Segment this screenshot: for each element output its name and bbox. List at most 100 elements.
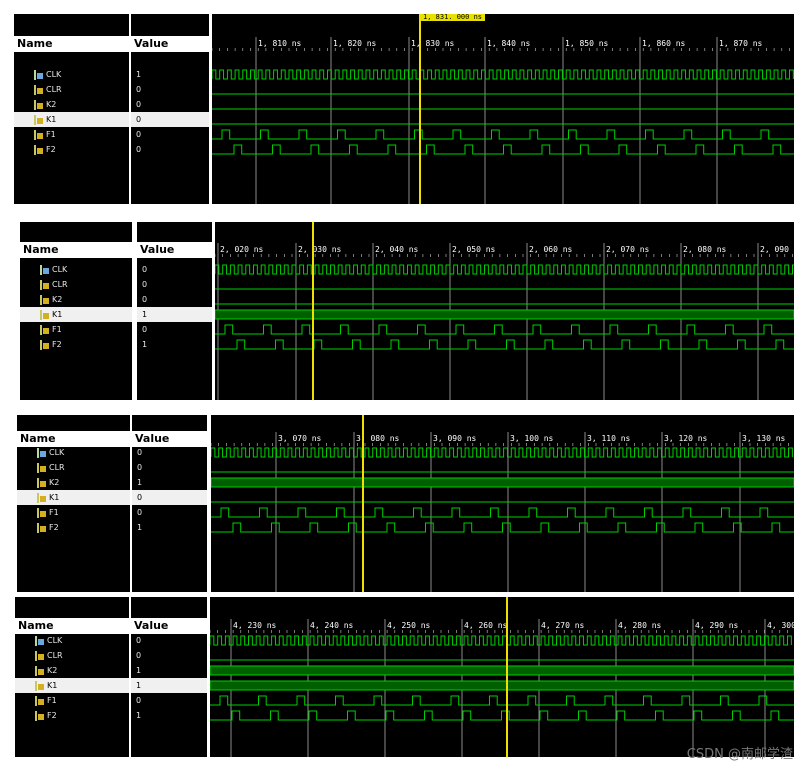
time-tick-label: 2, 050 ns [452, 245, 496, 254]
waveform-area[interactable]: 1, 810 ns 1, 820 ns 1, 830 ns 1, 840 ns 1, 8… [212, 14, 794, 204]
name-column: Name CLK CLR K2 K1 F1 F2 [17, 415, 130, 592]
signal-name: K2 [46, 100, 57, 109]
signal-name: CLR [52, 280, 68, 289]
time-tick-label: 1, 860 ns [642, 39, 686, 48]
time-tick-label: 4, 280 ns [618, 621, 662, 630]
value-column: Value 1 0 0 0 0 0 [131, 14, 209, 204]
signal-value-f1: 0 [136, 130, 142, 139]
signal-value-f1: 0 [142, 325, 148, 334]
signal-row-clr[interactable]: CLR [20, 277, 132, 292]
signal-row-k1[interactable]: K1 [15, 678, 129, 693]
signal-row-clr[interactable]: CLR [14, 82, 129, 97]
value-column: Value 0 0 0 1 0 1 [137, 222, 212, 400]
signal-row-k2[interactable]: K2 [20, 292, 132, 307]
time-tick-label: 4, 260 ns [464, 621, 508, 630]
signal-icon [40, 325, 49, 335]
waveform-canvas[interactable]: 3, 070 ns 3, 080 ns 3, 090 ns 3, 100 ns 3, 1… [211, 415, 794, 592]
signal-wave-f2 [210, 710, 794, 721]
signal-icon [35, 711, 44, 721]
signal-value-clr: 0 [136, 651, 142, 660]
signal-name: K1 [49, 493, 60, 502]
signal-wave-f1 [212, 129, 794, 140]
waveform-area[interactable]: 2, 020 ns 2, 030 ns 2, 040 ns 2, 050 ns 2, 0… [215, 222, 794, 400]
signal-row-f2[interactable]: F2 [17, 520, 130, 535]
name-header[interactable]: Name [20, 242, 132, 258]
signal-name: CLR [49, 463, 65, 472]
signal-name: K2 [52, 295, 63, 304]
signal-row-f1[interactable]: F1 [20, 322, 132, 337]
signal-value-clk: 1 [136, 70, 142, 79]
signal-row-clk[interactable]: CLK [17, 445, 130, 460]
time-tick-label: 3, 130 ns [742, 434, 786, 443]
signal-wave-f1 [210, 695, 794, 706]
signal-row-clk[interactable]: CLK [20, 262, 132, 277]
time-tick-label: 2, 090 n [760, 245, 794, 254]
time-tick-label: 4, 240 ns [310, 621, 354, 630]
signal-row-clk[interactable]: CLK [14, 67, 129, 82]
signal-value-f2: 1 [137, 523, 143, 532]
clock-signal-icon [40, 265, 49, 275]
signal-name: CLK [46, 70, 62, 79]
signal-row-clk[interactable]: CLK [15, 633, 129, 648]
signal-wave-clk [210, 635, 792, 646]
signal-icon [34, 145, 43, 155]
signal-value-f2: 1 [142, 340, 148, 349]
value-header[interactable]: Value [131, 36, 209, 52]
signal-row-k2[interactable]: K2 [14, 97, 129, 112]
name-header[interactable]: Name [15, 618, 129, 634]
waveform-area[interactable]: 3, 070 ns 3, 080 ns 3, 090 ns 3, 100 ns 3, 1… [211, 415, 794, 592]
signal-name: CLK [47, 636, 63, 645]
signal-row-f2[interactable]: F2 [20, 337, 132, 352]
name-column: Name CLK CLR K2 K1 F1 F2 [20, 222, 132, 400]
signal-value-k2: 0 [142, 295, 148, 304]
signal-row-k2[interactable]: K2 [15, 663, 129, 678]
signal-row-k1[interactable]: K1 [20, 307, 132, 322]
signal-row-f1[interactable]: F1 [14, 127, 129, 142]
signal-value-clr: 0 [137, 463, 143, 472]
signal-name: F2 [49, 523, 59, 532]
signal-row-f1[interactable]: F1 [17, 505, 130, 520]
signal-row-clr[interactable]: CLR [17, 460, 130, 475]
signal-row-f2[interactable]: F2 [14, 142, 129, 157]
signal-value-k1: 0 [131, 112, 209, 127]
signal-value-k2: 0 [136, 100, 142, 109]
signal-name: K2 [47, 666, 58, 675]
time-tick-label: 4, 250 ns [387, 621, 431, 630]
signal-row-f2[interactable]: F2 [15, 708, 129, 723]
time-tick-label: 1, 870 ns [719, 39, 763, 48]
signal-value-clr: 0 [136, 85, 142, 94]
waveform-canvas[interactable]: 4, 230 ns 4, 240 ns 4, 250 ns 4, 260 ns 4, 2… [210, 597, 794, 757]
signal-icon [40, 310, 49, 320]
signal-row-f1[interactable]: F1 [15, 693, 129, 708]
signal-wave-f2 [212, 144, 794, 155]
signal-icon [37, 463, 46, 473]
value-header[interactable]: Value [137, 242, 212, 258]
time-tick-label: 1, 840 ns [487, 39, 531, 48]
signal-row-k1[interactable]: K1 [17, 490, 130, 505]
waveform-canvas[interactable]: 2, 020 ns 2, 030 ns 2, 040 ns 2, 050 ns 2, 0… [215, 222, 794, 400]
signal-value-k2: 1 [137, 478, 143, 487]
name-header[interactable]: Name [14, 36, 129, 52]
signal-row-clr[interactable]: CLR [15, 648, 129, 663]
value-header[interactable]: Value [131, 618, 207, 634]
signal-wave-k1 [215, 309, 794, 320]
waveform-area[interactable]: 4, 230 ns 4, 240 ns 4, 250 ns 4, 260 ns 4, 2… [210, 597, 794, 757]
clock-signal-icon [34, 70, 43, 80]
signal-value-f1: 0 [136, 696, 142, 705]
signal-wave-k2 [211, 477, 794, 488]
waveform-canvas[interactable]: 1, 810 ns 1, 820 ns 1, 830 ns 1, 840 ns 1, 8… [212, 14, 794, 204]
signal-row-k1[interactable]: K1 [14, 112, 129, 127]
time-tick-label: 4, 230 ns [233, 621, 277, 630]
signal-value-f2: 0 [136, 145, 142, 154]
signal-name: CLK [49, 448, 65, 457]
signal-name: F1 [52, 325, 62, 334]
signal-row-k2[interactable]: K2 [17, 475, 130, 490]
signal-icon [37, 523, 46, 533]
time-tick-label: 3, 110 ns [587, 434, 631, 443]
signal-wave-k2 [210, 665, 794, 676]
time-tick-label: 4, 290 ns [695, 621, 739, 630]
time-tick-label: 1, 850 ns [565, 39, 609, 48]
signal-wave-clk [215, 264, 794, 275]
signal-value-clk: 0 [137, 448, 143, 457]
name-column: Name CLK CLR K2 K1 F1 F2 [14, 14, 129, 204]
